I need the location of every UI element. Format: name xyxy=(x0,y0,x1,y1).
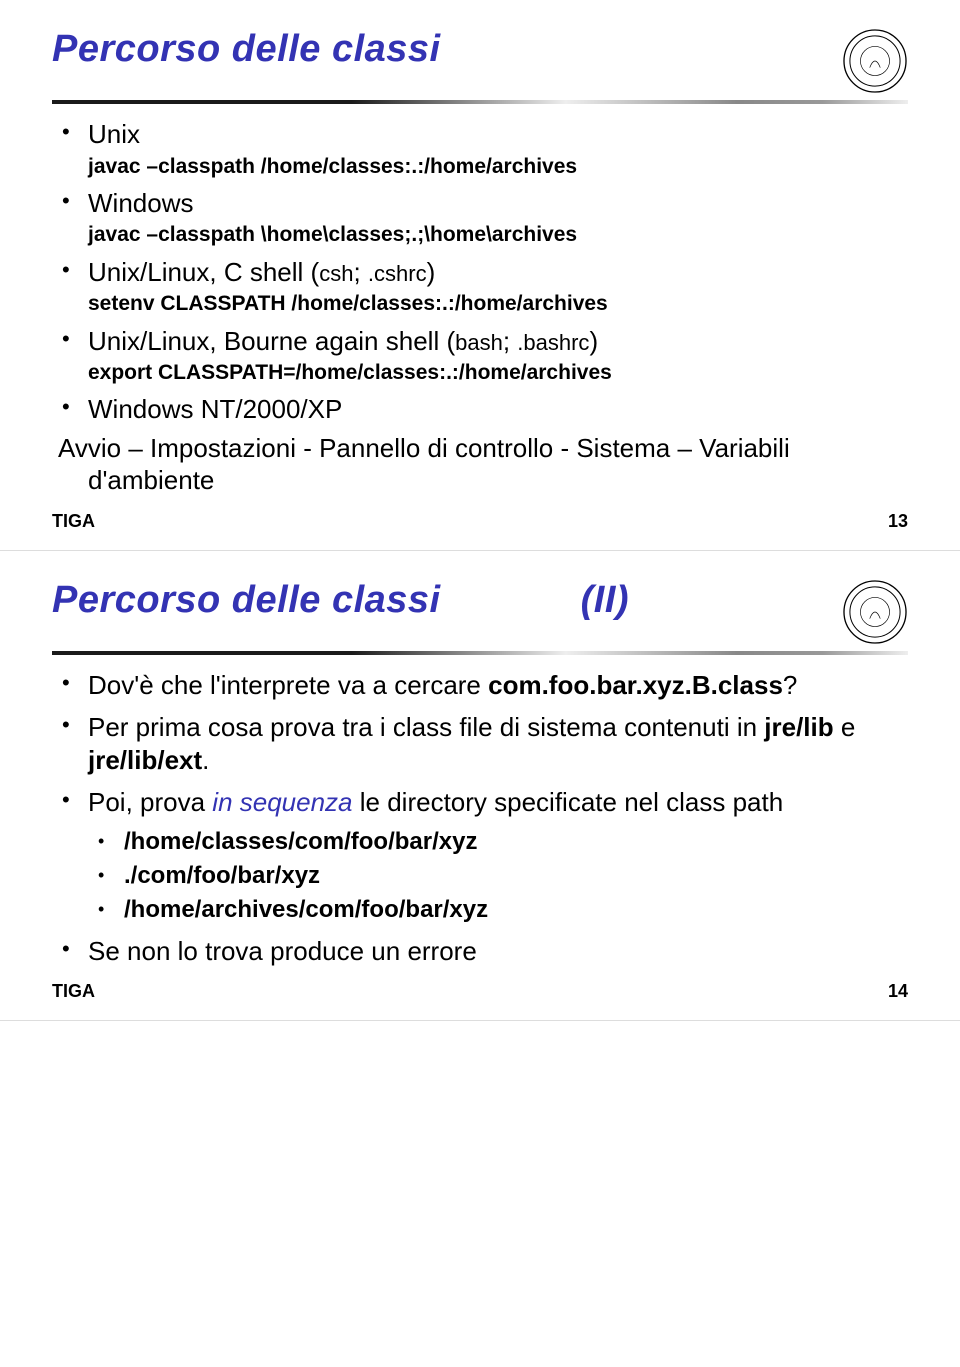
bullet-text: Per prima cosa prova tra i class file di… xyxy=(88,712,855,775)
page-number: 14 xyxy=(888,981,908,1002)
bullet-sequence: Poi, prova in sequenza le directory spec… xyxy=(52,786,908,819)
code-line: ./com/foo/bar/xyz xyxy=(124,862,320,889)
code-line: javac –classpath /home/classes:.:/home/a… xyxy=(88,153,908,181)
page-number: 13 xyxy=(888,511,908,532)
bullet-windows: Windows javac –classpath \home\classes;.… xyxy=(52,187,908,250)
slide-title-suffix: (II) xyxy=(581,579,629,621)
bullet-unix: Unix javac –classpath /home/classes:.:/h… xyxy=(52,118,908,181)
bullet-label: Unix/Linux, C shell (csh; .cshrc) xyxy=(88,257,435,287)
bullet-text: Poi, prova in sequenza le directory spec… xyxy=(88,787,783,817)
bullet-label: Windows xyxy=(88,188,193,218)
sub-bullet-path2: ./com/foo/bar/xyz xyxy=(52,861,908,891)
slide-title: Percorso delle classi xyxy=(52,28,441,71)
slide-title: Percorso delle classi(II) xyxy=(52,579,629,622)
bullet-label: Unix/Linux, Bourne again shell (bash; .b… xyxy=(88,326,598,356)
bullet-jrelib: Per prima cosa prova tra i class file di… xyxy=(52,711,908,776)
title-divider xyxy=(52,100,908,104)
continuation-line: Avvio – Impostazioni - Pannello di contr… xyxy=(52,432,908,465)
title-divider xyxy=(52,651,908,655)
footer-left: TIGA xyxy=(52,511,95,532)
code-line: export CLASSPATH=/home/classes:.:/home/a… xyxy=(88,359,908,387)
continuation-line: d'ambiente xyxy=(52,464,908,497)
bullet-winxp: Windows NT/2000/XP xyxy=(52,393,908,426)
university-seal-icon xyxy=(842,28,908,94)
code-line: javac –classpath \home\classes;.;\home\a… xyxy=(88,221,908,249)
bullet-text: Se non lo trova produce un errore xyxy=(88,936,477,966)
code-line: /home/archives/com/foo/bar/xyz xyxy=(124,896,488,923)
bullet-label: Unix xyxy=(88,119,140,149)
bullet-bash: Unix/Linux, Bourne again shell (bash; .b… xyxy=(52,325,908,388)
slide-14: Percorso delle classi(II) Dov'è che l'in… xyxy=(0,551,960,1022)
university-seal-icon xyxy=(842,579,908,645)
sub-bullet-path3: /home/archives/com/foo/bar/xyz xyxy=(52,895,908,925)
footer-left: TIGA xyxy=(52,981,95,1002)
bullet-label: Windows NT/2000/XP xyxy=(88,394,342,424)
bullet-text: Dov'è che l'interprete va a cercare com.… xyxy=(88,670,797,700)
bullet-error: Se non lo trova produce un errore xyxy=(52,935,908,968)
bullet-csh: Unix/Linux, C shell (csh; .cshrc) setenv… xyxy=(52,256,908,319)
code-line: /home/classes/com/foo/bar/xyz xyxy=(124,828,477,855)
code-line: setenv CLASSPATH /home/classes:.:/home/a… xyxy=(88,290,908,318)
sub-bullet-path1: /home/classes/com/foo/bar/xyz xyxy=(52,827,908,857)
slide-13: Percorso delle classi Unix javac –classp… xyxy=(0,0,960,551)
bullet-question: Dov'è che l'interprete va a cercare com.… xyxy=(52,669,908,702)
